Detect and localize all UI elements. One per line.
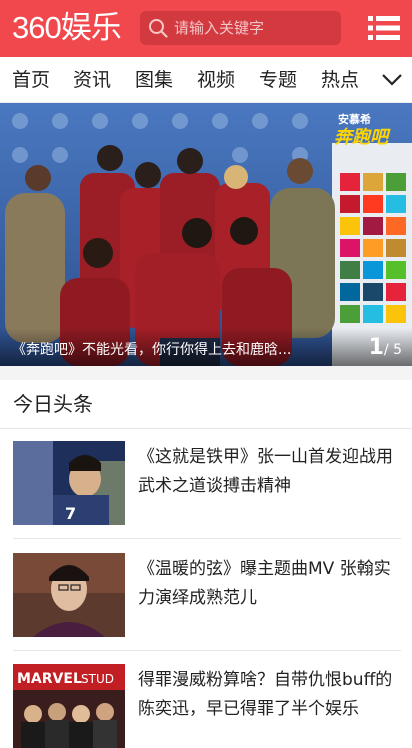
news-title[interactable]: 《这就是铁甲》张一山首发迎战用武术之道谈搏击精神 [138,443,400,501]
nav-item-gallery[interactable]: 图集 [135,57,173,103]
nav-item-video[interactable]: 视频 [197,57,235,103]
banner-current-page: 1 [368,335,384,360]
news-item[interactable]: 7 《这就是铁甲》张一山首发迎战用武术之道谈搏击精神 [13,441,401,525]
svg-text:STUD: STUD [81,672,114,686]
nav-item-topics[interactable]: 专题 [259,57,297,103]
menu-button[interactable] [368,14,400,42]
banner-logo-main: 奔跑吧 [334,127,391,148]
news-title[interactable]: 得罪漫威粉算啥？自带仇恨buff的陈奕迅，早已得罪了半个娱乐 [138,666,400,724]
nav-item-hot[interactable]: 热点 [321,57,359,103]
app-logo[interactable]: 360娱乐 [12,9,122,47]
news-title[interactable]: 《温暖的弦》曝主题曲MV 张翰实力演绎成熟范儿 [138,555,400,613]
news-thumbnail: 7 [13,441,125,525]
nav-item-news[interactable]: 资讯 [73,57,111,103]
search-icon [149,19,168,38]
banner-image: 安慕希 奔跑吧 [0,103,412,366]
news-item[interactable]: MARVEL STUD 得罪漫威粉算啥？自带仇恨buff的陈奕迅，早已得罪了半个… [13,664,401,748]
category-nav: 首页 资讯 图集 视频 专题 热点 [0,57,412,103]
chevron-down-icon[interactable] [380,70,404,90]
section-title: 今日头条 [13,392,93,416]
search-box[interactable] [140,11,341,45]
banner-carousel[interactable]: 安慕希 奔跑吧 《奔跑吧》不能光看，你行你得上去和鹿晗... 1/ 5 [0,103,412,366]
top-header: 360娱乐 [0,0,412,57]
divider [0,428,412,429]
divider [13,650,401,651]
nav-item-home[interactable]: 首页 [12,57,50,103]
banner-total-pages: / 5 [383,342,402,358]
banner-logo-top: 安慕希 [338,112,371,126]
divider [13,538,401,539]
banner-pagination: 1/ 5 [369,335,402,360]
svg-text:7: 7 [65,504,76,523]
news-thumbnail [13,553,125,637]
svg-text:MARVEL: MARVEL [17,671,82,687]
menu-icon [368,16,400,40]
banner-title[interactable]: 《奔跑吧》不能光看，你行你得上去和鹿晗... [12,339,332,359]
news-thumbnail: MARVEL STUD [13,664,125,748]
news-item[interactable]: 《温暖的弦》曝主题曲MV 张翰实力演绎成熟范儿 [13,553,401,637]
search-input[interactable] [174,11,334,45]
section-gap [0,366,412,380]
